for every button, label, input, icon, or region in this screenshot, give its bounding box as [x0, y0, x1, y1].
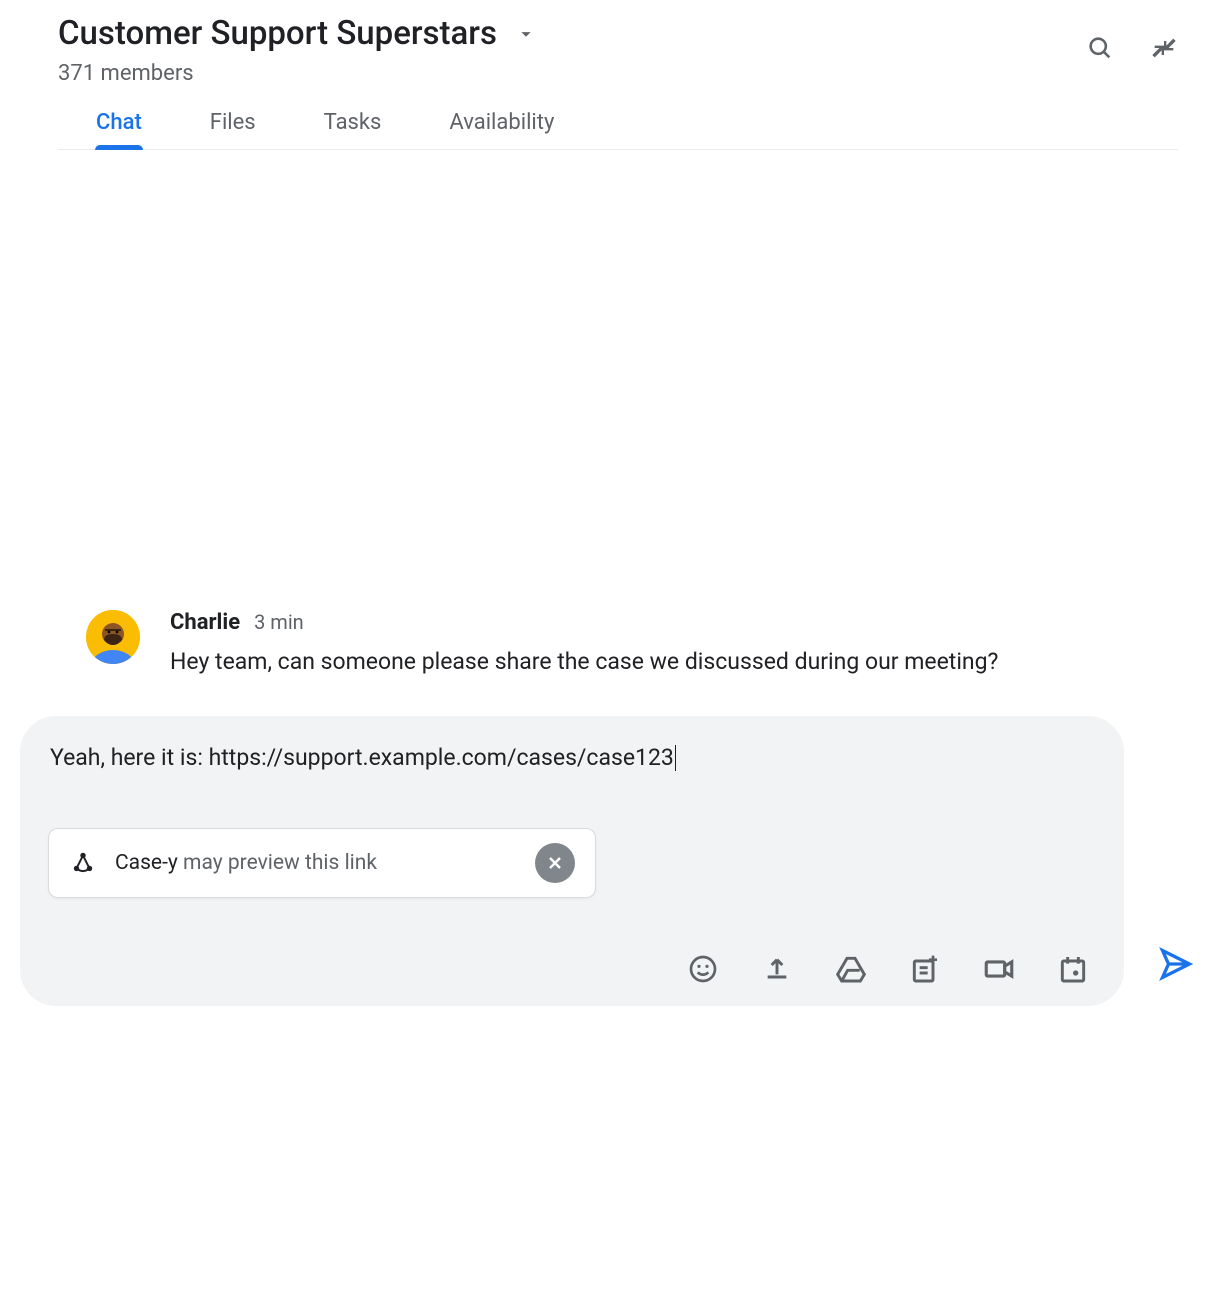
message-author: Charlie	[170, 610, 240, 635]
chip-close-button[interactable]	[535, 843, 575, 883]
composer-toolbar	[48, 952, 1096, 986]
video-icon[interactable]	[982, 952, 1016, 986]
tab-chat[interactable]: Chat	[96, 110, 142, 149]
tab-tasks[interactable]: Tasks	[324, 110, 382, 149]
message-item: Charlie 3 min Hey team, can someone plea…	[58, 610, 1150, 680]
collapse-icon[interactable]	[1150, 34, 1178, 62]
tabs-bar: Chat Files Tasks Availability	[58, 86, 1178, 150]
emoji-icon[interactable]	[686, 952, 720, 986]
tab-availability[interactable]: Availability	[449, 110, 554, 149]
tab-files[interactable]: Files	[210, 110, 256, 149]
dropdown-caret-icon[interactable]	[515, 23, 537, 45]
calendar-icon[interactable]	[1056, 952, 1090, 986]
drive-icon[interactable]	[834, 952, 868, 986]
search-icon[interactable]	[1086, 34, 1114, 62]
message-text: Hey team, can someone please share the c…	[170, 645, 1070, 680]
link-preview-chip[interactable]: Case-y may preview this link	[48, 828, 596, 898]
composer-text: Yeah, here it is: https://support.exampl…	[50, 744, 674, 771]
create-doc-icon[interactable]	[908, 952, 942, 986]
chip-app-name: Case-y	[115, 851, 178, 875]
text-cursor	[675, 745, 676, 771]
message-timestamp: 3 min	[254, 610, 304, 634]
message-composer: Yeah, here it is: https://support.exampl…	[20, 716, 1124, 1006]
webhook-icon	[69, 849, 97, 877]
chip-suffix: may preview this link	[183, 851, 377, 875]
member-count: 371 members	[58, 61, 1178, 86]
composer-input[interactable]: Yeah, here it is: https://support.exampl…	[48, 744, 1096, 772]
space-title[interactable]: Customer Support Superstars	[58, 14, 497, 53]
chat-header: Customer Support Superstars 371 members …	[0, 0, 1208, 150]
avatar[interactable]	[86, 610, 140, 664]
message-list: Charlie 3 min Hey team, can someone plea…	[0, 610, 1208, 680]
upload-icon[interactable]	[760, 952, 794, 986]
send-button[interactable]	[1158, 946, 1194, 982]
